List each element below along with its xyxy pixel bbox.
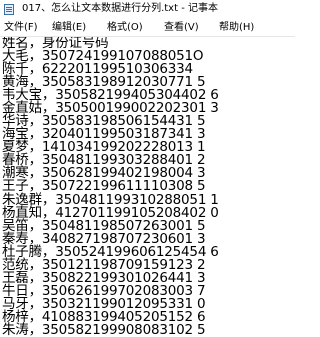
menu-format[interactable]: 格式(O) (107, 20, 143, 35)
text-editor[interactable]: 姓名，身份证号码 大毛，350724199107088051O 陈千，62220… (0, 37, 295, 337)
title-bar: 017、怎么让文本数据进行分列.txt - 记事本 (0, 0, 295, 19)
menu-edit[interactable]: 编辑(E) (52, 20, 86, 35)
menu-help[interactable]: 帮助(H) (219, 20, 254, 35)
menu-view[interactable]: 查看(V) (164, 20, 199, 35)
text-line: 朱涛，350582199908083102 5 (2, 321, 206, 337)
window-title: 017、怎么让文本数据进行分列.txt - 记事本 (22, 3, 218, 14)
menu-bar: 文件(F) 编辑(E) 格式(O) 查看(V) 帮助(H) (0, 19, 295, 37)
menu-file[interactable]: 文件(F) (4, 20, 38, 35)
notepad-icon (4, 4, 14, 15)
